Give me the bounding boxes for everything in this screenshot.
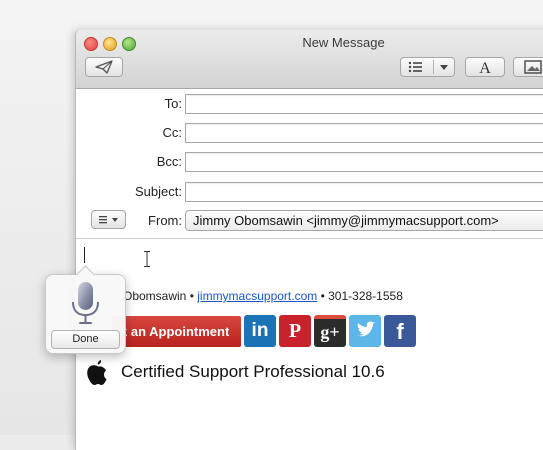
dictation-popover: Done xyxy=(45,265,126,354)
chevron-down-icon xyxy=(440,65,448,70)
facebook-icon[interactable]: f xyxy=(384,315,416,347)
signature-contact-line: Obomsawin • jimmymacsupport.com • 301-32… xyxy=(123,289,403,303)
svg-text:A: A xyxy=(479,60,491,76)
mail-compose-window: New Message A To: Cc: Bcc: Subject: From… xyxy=(75,30,543,450)
bcc-label: Bcc: xyxy=(156,154,182,169)
google-plus-icon[interactable]: g+ xyxy=(314,315,346,347)
done-button[interactable]: Done xyxy=(51,330,120,349)
twitter-bird-icon xyxy=(356,321,375,337)
cc-label: Cc: xyxy=(162,125,183,140)
paper-plane-icon xyxy=(95,60,113,74)
from-select[interactable]: Jimmy Obomsawin <jimmy@jimmymacsupport.c… xyxy=(185,210,543,231)
photo-browser-button[interactable] xyxy=(513,57,543,77)
pinterest-icon[interactable]: P xyxy=(279,315,311,347)
ibeam-cursor-icon xyxy=(144,251,150,267)
window-title: New Message xyxy=(302,35,385,50)
header-divider xyxy=(76,238,543,239)
photo-browser-icon xyxy=(524,60,542,74)
book-appointment-button[interactable]: k an Appointment xyxy=(112,316,241,347)
twitter-icon[interactable] xyxy=(349,315,381,347)
list-icon xyxy=(408,61,422,73)
certification-text: Certified Support Professional 10.6 xyxy=(121,362,385,381)
apple-logo-icon xyxy=(87,360,107,385)
attach-list-button[interactable] xyxy=(400,57,455,77)
send-button[interactable] xyxy=(85,57,123,77)
microphone-icon xyxy=(72,282,99,324)
signature-phone: • 301-328-1558 xyxy=(317,289,403,303)
to-label: To: xyxy=(164,96,182,111)
from-label: From: xyxy=(148,213,182,228)
signature-link[interactable]: jimmymacsupport.com xyxy=(197,289,317,303)
fonts-button[interactable]: A xyxy=(465,57,505,77)
signature-name: Obomsawin • xyxy=(123,289,198,303)
cc-field[interactable] xyxy=(185,123,543,143)
linkedin-icon[interactable]: in xyxy=(244,315,276,347)
font-icon: A xyxy=(479,60,491,77)
to-field[interactable] xyxy=(185,94,543,114)
bcc-field[interactable] xyxy=(185,152,543,172)
subject-field[interactable] xyxy=(185,182,543,202)
title-bar: New Message A xyxy=(76,30,543,89)
subject-label: Subject: xyxy=(135,184,182,199)
text-caret xyxy=(84,247,85,263)
